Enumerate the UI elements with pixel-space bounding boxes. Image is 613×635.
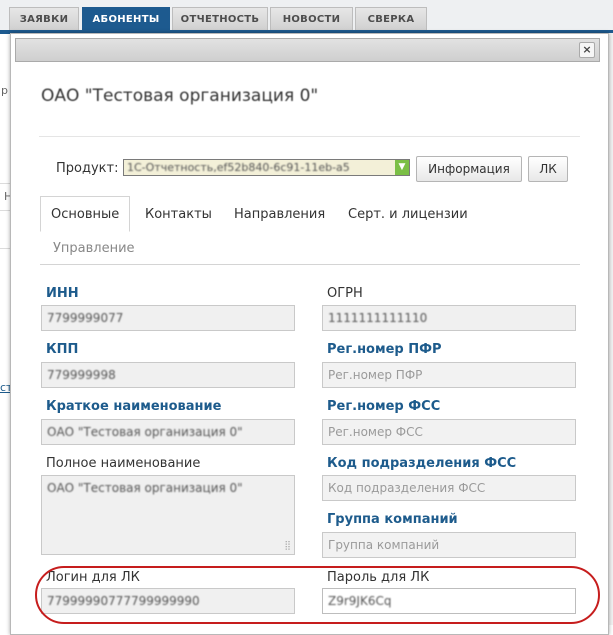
close-icon[interactable]: × xyxy=(579,42,595,58)
inn-label: ИНН xyxy=(46,286,79,301)
inn-field[interactable]: 7799999077 xyxy=(41,305,295,331)
nav-tab-reporting[interactable]: ОТЧЕТНОСТЬ xyxy=(172,7,268,31)
kpp-label: КПП xyxy=(46,342,79,357)
pfr-reg-label: Рег.номер ПФР xyxy=(327,342,442,357)
tab-management[interactable]: Управление xyxy=(53,241,135,256)
background-divider xyxy=(0,248,10,249)
product-select[interactable]: 1С-Отчетность,ef52b840-6c91-11eb-a5 ▼ xyxy=(123,159,410,176)
tabs-divider xyxy=(40,264,580,265)
ogrn-label: ОГРН xyxy=(327,286,363,301)
subscriber-dialog: × ОАО "Тестовая организация 0" Продукт: … xyxy=(10,33,609,635)
chevron-down-icon[interactable]: ▼ xyxy=(395,160,409,175)
nav-tab-subscribers[interactable]: АБОНЕНТЫ xyxy=(82,7,170,31)
fss-code-label: Код подразделения ФСС xyxy=(327,456,517,471)
dialog-tabs: Основные Контакты Направления Серт. и ли… xyxy=(40,196,580,271)
company-group-field[interactable]: Группа компаний xyxy=(322,532,576,558)
kpp-field[interactable]: 779999998 xyxy=(41,362,295,388)
lk-button[interactable]: ЛК xyxy=(528,156,568,182)
tab-main[interactable]: Основные xyxy=(40,196,131,232)
lk-login-field[interactable]: 77999990777799999990 xyxy=(41,588,295,614)
resize-grip-icon[interactable]: ⣿ xyxy=(284,542,291,551)
tab-contacts[interactable]: Контакты xyxy=(145,207,212,222)
background-divider xyxy=(0,183,10,184)
full-name-label: Полное наименование xyxy=(46,456,201,471)
full-name-textarea[interactable]: ОАО "Тестовая организация 0" ⣿ xyxy=(41,475,295,555)
fss-reg-label: Рег.номер ФСС xyxy=(327,399,441,414)
lk-password-field[interactable]: Z9r9JK6Cq xyxy=(322,588,576,614)
background-text: р xyxy=(1,84,8,97)
organization-title: ОАО "Тестовая организация 0" xyxy=(41,86,319,106)
info-button[interactable]: Информация xyxy=(416,156,522,182)
ogrn-field[interactable]: 1111111111110 xyxy=(322,305,576,331)
nav-tab-requests[interactable]: ЗАЯВКИ xyxy=(9,7,79,31)
tab-certificates[interactable]: Серт. и лицензии xyxy=(348,207,468,222)
dialog-titlebar[interactable]: × xyxy=(15,38,600,62)
nav-tab-news[interactable]: НОВОСТИ xyxy=(270,7,353,31)
product-label: Продукт: xyxy=(56,161,119,176)
short-name-label: Краткое наименование xyxy=(46,399,222,414)
lk-password-label: Пароль для ЛК xyxy=(327,570,430,585)
top-navigation: ЗАЯВКИ АБОНЕНТЫ ОТЧЕТНОСТЬ НОВОСТИ СВЕРК… xyxy=(0,0,613,34)
fss-code-field[interactable]: Код подразделения ФСС xyxy=(322,475,576,501)
lk-login-label: Логин для ЛК xyxy=(46,570,140,585)
tab-directions[interactable]: Направления xyxy=(234,207,325,222)
fss-reg-field[interactable]: Рег.номер ФСС xyxy=(322,419,576,445)
background-divider xyxy=(0,210,10,211)
nav-tab-reconciliation[interactable]: СВЕРКА xyxy=(355,7,427,31)
short-name-field[interactable]: ОАО "Тестовая организация 0" xyxy=(41,419,295,445)
pfr-reg-field[interactable]: Рег.номер ПФР xyxy=(322,362,576,388)
company-group-label: Группа компаний xyxy=(327,512,458,527)
title-divider xyxy=(39,136,580,137)
